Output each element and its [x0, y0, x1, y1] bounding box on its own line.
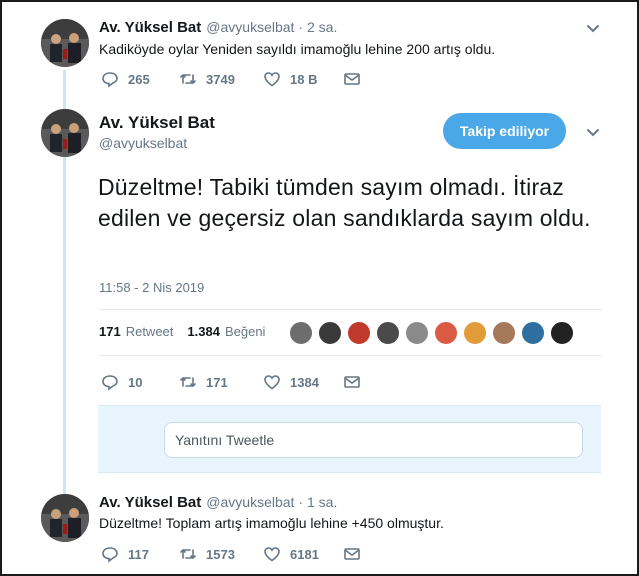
liker-avatar[interactable]	[347, 321, 371, 345]
like-count: 1384	[290, 374, 319, 390]
reply-count: 117	[128, 546, 149, 562]
reply-count: 10	[128, 374, 143, 390]
heart-icon	[264, 72, 280, 87]
divider	[99, 355, 602, 356]
like-button[interactable]: 18 B	[263, 70, 343, 88]
chevron-down-icon[interactable]	[584, 124, 602, 142]
like-count: 18 B	[290, 71, 318, 87]
tweet-actions: 265 3749 18 B	[101, 69, 370, 89]
tweet-date[interactable]: 11:58 - 2 Nis 2019	[99, 280, 204, 295]
liker-avatar[interactable]	[492, 321, 516, 345]
author-handle[interactable]: @avyukselbat	[206, 19, 294, 35]
retweet-total[interactable]: 171	[99, 324, 121, 339]
heart-icon	[264, 547, 280, 562]
reply-icon	[102, 72, 118, 88]
reply-composer: Yanıtını Tweetle	[98, 405, 601, 473]
author-handle[interactable]: @avyukselbat	[206, 494, 294, 510]
liker-avatars	[289, 321, 579, 345]
retweet-count: 171	[206, 374, 228, 390]
tweet-thread-frame: Av. Yüksel Bat @avyukselbat · 2 sa. Kadi…	[0, 0, 639, 576]
divider	[99, 309, 602, 310]
avatar[interactable]	[41, 19, 89, 67]
engagement-stats: 171 Retweet 1.384 Beğeni	[99, 324, 265, 339]
like-button[interactable]: 6181	[263, 545, 343, 563]
direct-message-button[interactable]	[343, 70, 370, 88]
retweet-icon	[180, 377, 196, 387]
tweet-text: Kadiköyde oylar Yeniden sayıldı imamoğlu…	[99, 41, 496, 57]
liker-avatar[interactable]	[318, 321, 342, 345]
retweet-icon	[180, 549, 196, 559]
reply-button[interactable]: 265	[101, 70, 179, 88]
like-total[interactable]: 1.384	[187, 324, 220, 339]
liker-avatar[interactable]	[405, 321, 429, 345]
like-button[interactable]: 1384	[263, 373, 343, 391]
avatar[interactable]	[41, 109, 89, 157]
liker-avatar[interactable]	[434, 321, 458, 345]
tweet-header: Av. Yüksel Bat @avyukselbat · 2 sa.	[99, 19, 337, 36]
author-handle[interactable]: @avyukselbat	[99, 135, 187, 151]
reply-button[interactable]: 10	[101, 373, 179, 391]
retweet-button[interactable]: 3749	[179, 70, 263, 88]
tweet-actions: 10 171 1384	[101, 372, 370, 392]
reply-icon	[102, 375, 118, 391]
envelope-icon	[344, 376, 360, 388]
direct-message-button[interactable]	[343, 545, 370, 563]
retweet-button[interactable]: 171	[179, 373, 263, 391]
main-tweet-text: Düzeltme! Tabiki tümden sayım olmadı. İt…	[98, 174, 591, 231]
retweet-icon	[180, 74, 196, 84]
author-name[interactable]: Av. Yüksel Bat	[99, 494, 201, 511]
liker-avatar[interactable]	[550, 321, 574, 345]
tweet-text: Düzeltme! Toplam artış imamoğlu lehine +…	[99, 515, 444, 531]
reply-icon	[102, 547, 118, 563]
following-button[interactable]: Takip ediliyor	[443, 113, 566, 149]
tweet-header: Av. Yüksel Bat @avyukselbat · 1 sa.	[99, 494, 337, 511]
like-label[interactable]: Beğeni	[225, 324, 265, 339]
liker-avatar[interactable]	[463, 321, 487, 345]
envelope-icon	[344, 548, 360, 560]
tweet-timestamp[interactable]: · 1 sa.	[298, 494, 337, 510]
tweet-actions: 117 1573 6181	[101, 544, 370, 564]
reply-input[interactable]: Yanıtını Tweetle	[164, 422, 583, 458]
reply-count: 265	[128, 71, 150, 87]
retweet-label[interactable]: Retweet	[126, 324, 174, 339]
liker-avatar[interactable]	[289, 321, 313, 345]
author-name[interactable]: Av. Yüksel Bat	[99, 113, 215, 133]
retweet-button[interactable]: 1573	[179, 545, 263, 563]
tweet-timestamp[interactable]: · 2 sa.	[298, 19, 337, 35]
like-count: 6181	[290, 546, 319, 562]
retweet-count: 3749	[206, 71, 235, 87]
envelope-icon	[344, 73, 360, 85]
direct-message-button[interactable]	[343, 373, 370, 391]
liker-avatar[interactable]	[376, 321, 400, 345]
avatar[interactable]	[41, 494, 89, 542]
heart-icon	[264, 375, 280, 390]
retweet-count: 1573	[206, 546, 235, 562]
liker-avatar[interactable]	[521, 321, 545, 345]
reply-button[interactable]: 117	[101, 545, 179, 563]
chevron-down-icon[interactable]	[584, 20, 602, 38]
author-name[interactable]: Av. Yüksel Bat	[99, 19, 201, 36]
